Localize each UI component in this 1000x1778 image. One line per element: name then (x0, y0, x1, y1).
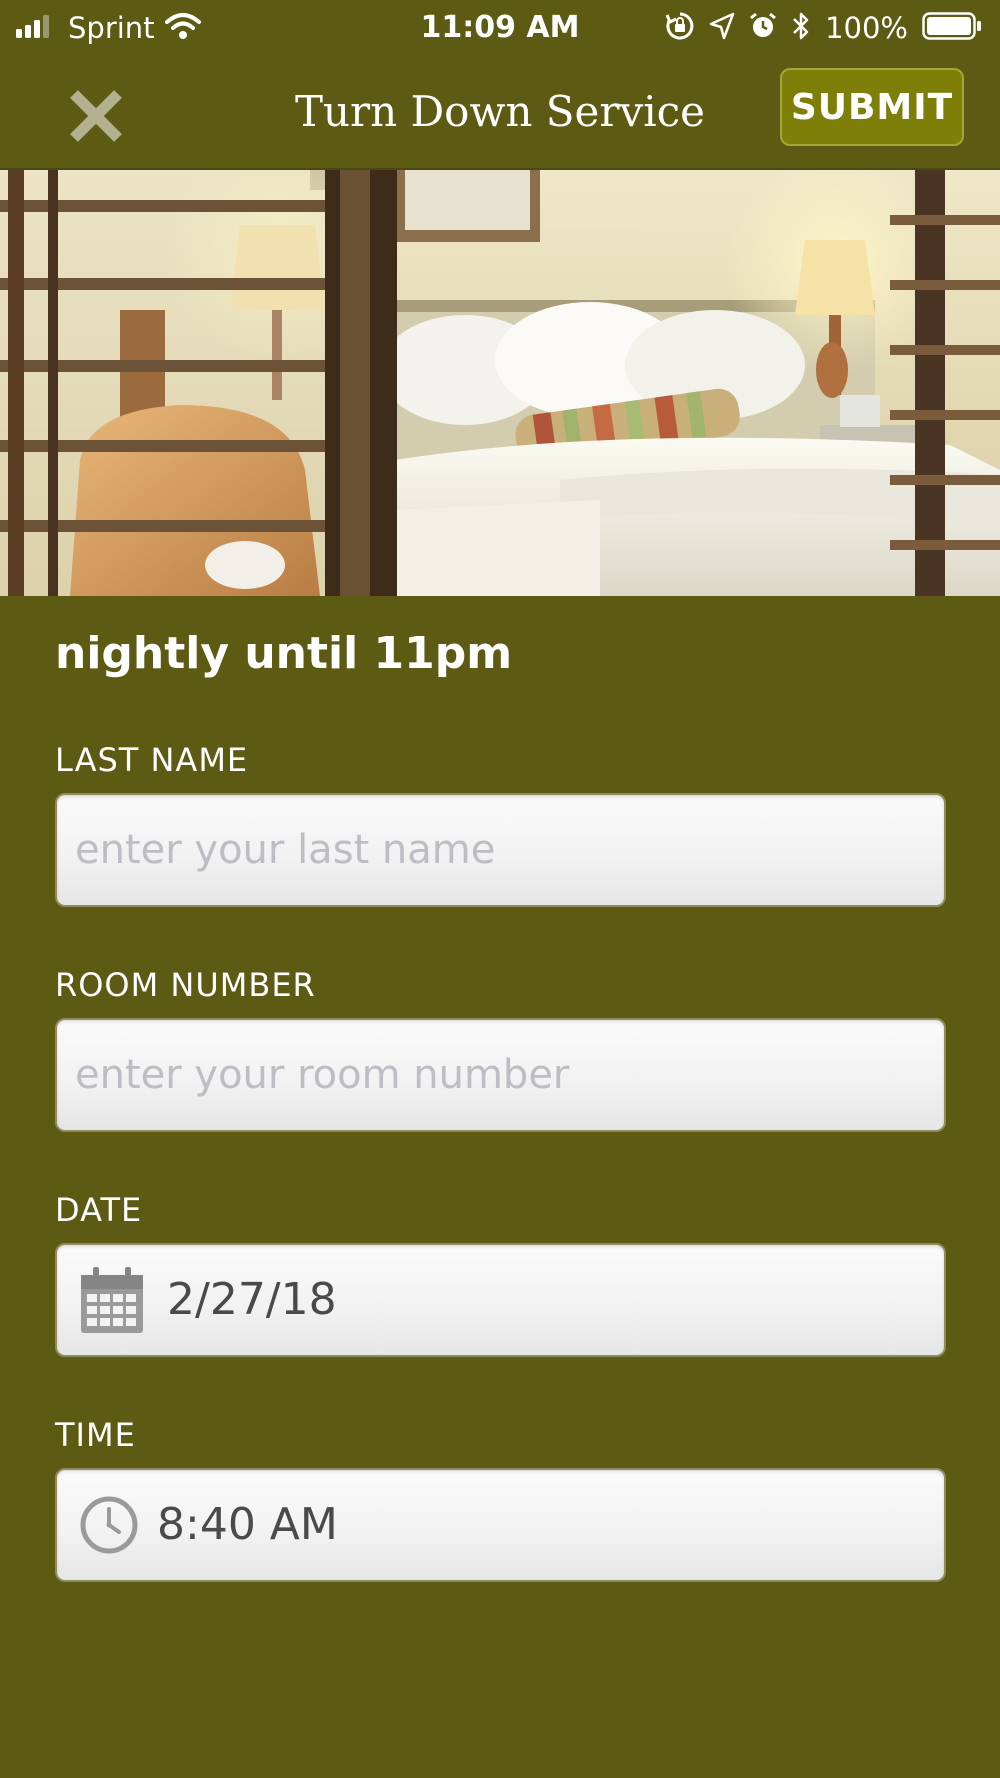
room-number-field-box (55, 1018, 946, 1132)
location-icon (709, 12, 735, 44)
bluetooth-icon (791, 11, 811, 45)
alarm-icon (749, 12, 777, 44)
date-picker[interactable]: 2/27/18 (55, 1243, 946, 1357)
battery-percent: 100% (825, 11, 908, 45)
hotel-room-photo (0, 170, 1000, 596)
clock-icon (79, 1470, 139, 1580)
rotation-lock-icon (665, 11, 695, 45)
calendar-icon (79, 1245, 145, 1355)
last-name-input[interactable] (75, 795, 925, 905)
submit-button[interactable]: SUBMIT (780, 68, 964, 146)
date-value: 2/27/18 (167, 1274, 337, 1325)
status-bar: Sprint 11:09 AM 100% (0, 0, 1000, 56)
date-label: DATE (55, 1191, 143, 1229)
time-picker[interactable]: 8:40 AM (55, 1468, 946, 1582)
status-right: 100% (665, 8, 982, 48)
time-label: TIME (55, 1416, 136, 1454)
last-name-label: LAST NAME (55, 741, 249, 779)
service-hours: nightly until 11pm (55, 628, 513, 679)
nav-bar: Turn Down Service SUBMIT (0, 56, 1000, 170)
room-number-label: ROOM NUMBER (55, 966, 316, 1004)
time-value: 8:40 AM (157, 1499, 338, 1550)
battery-icon (922, 12, 982, 44)
last-name-field-box (55, 793, 946, 907)
room-number-input[interactable] (75, 1020, 925, 1130)
